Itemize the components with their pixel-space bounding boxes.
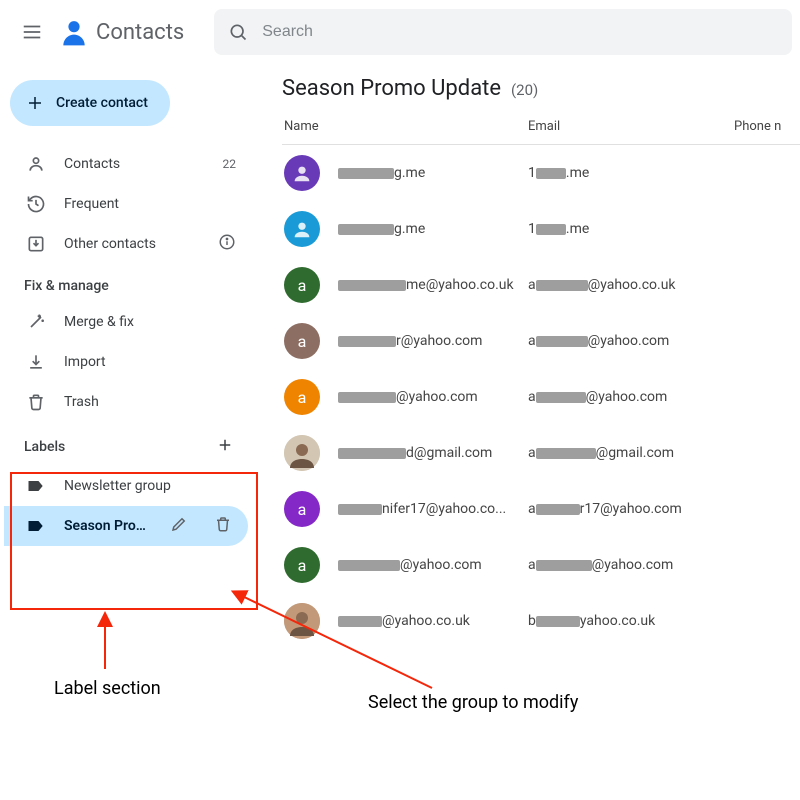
table-row[interactable]: @yahoo.co.ukbyahoo.co.uk (282, 593, 800, 649)
column-headers: Name Email Phone n (282, 101, 800, 145)
cell-name: ar@yahoo.com (282, 323, 528, 359)
person-icon (26, 154, 46, 174)
contacts-logo-icon (58, 16, 90, 48)
fix-manage-title: Fix & manage (4, 264, 248, 302)
cell-name: g.me (282, 155, 528, 191)
avatar: a (284, 491, 320, 527)
avatar: a (284, 547, 320, 583)
table-row[interactable]: g.me1.me (282, 201, 800, 257)
app-title: Contacts (96, 20, 184, 45)
pencil-icon (170, 515, 188, 533)
nav-frequent[interactable]: Frequent (4, 184, 248, 224)
nav-merge-label: Merge & fix (64, 314, 134, 330)
table-row[interactable]: anifer17@yahoo.co...ar17@yahoo.com (282, 481, 800, 537)
col-email: Email (528, 119, 734, 134)
avatar: a (284, 267, 320, 303)
edit-label-button[interactable] (166, 511, 192, 541)
create-contact-label: Create contact (56, 95, 148, 111)
add-label-button[interactable] (216, 436, 234, 458)
col-phone: Phone n (734, 119, 800, 134)
label-icon (26, 516, 46, 536)
cell-email: a@yahoo.com (528, 333, 734, 349)
table-row[interactable]: d@gmail.coma@gmail.com (282, 425, 800, 481)
nav-trash-label: Trash (64, 394, 99, 410)
nav-other-label: Other contacts (64, 236, 156, 252)
annotation-text-labels: Label section (54, 678, 161, 699)
nav-import[interactable]: Import (4, 342, 248, 382)
table-row[interactable]: a@yahoo.coma@yahoo.com (282, 537, 800, 593)
cell-name: g.me (282, 211, 528, 247)
delete-label-button[interactable] (210, 511, 236, 541)
cell-name: anifer17@yahoo.co... (282, 491, 528, 527)
search-icon (228, 22, 248, 42)
app-logo[interactable]: Contacts (58, 16, 184, 48)
plus-icon (26, 94, 44, 112)
cell-email: a@yahoo.com (528, 389, 734, 405)
create-contact-button[interactable]: Create contact (10, 80, 170, 126)
cell-name: @yahoo.co.uk (282, 603, 528, 639)
cell-name: a@yahoo.com (282, 379, 528, 415)
cell-email: ar17@yahoo.com (528, 501, 734, 517)
history-icon (26, 194, 46, 214)
wand-icon (26, 312, 46, 332)
label-text: Season Promo Update (64, 518, 148, 534)
nav-import-label: Import (64, 354, 106, 370)
avatar (284, 211, 320, 247)
avatar (284, 435, 320, 471)
cell-email: 1.me (528, 165, 734, 181)
download-icon (26, 352, 46, 372)
col-name: Name (282, 119, 528, 134)
nav-contacts[interactable]: Contacts 22 (4, 144, 248, 184)
cell-email: byahoo.co.uk (528, 613, 734, 629)
table-row[interactable]: ame@yahoo.co.uka@yahoo.co.uk (282, 257, 800, 313)
cell-email: a@yahoo.co.uk (528, 277, 734, 293)
nav-contacts-count: 22 (223, 157, 237, 171)
trash-icon (214, 515, 232, 533)
labels-title: Labels (24, 439, 65, 455)
search-bar[interactable] (214, 9, 792, 55)
main-content: Season Promo Update (20) Name Email Phon… (256, 64, 800, 649)
contacts-list: g.me1.meg.me1.meame@yahoo.co.uka@yahoo.c… (282, 145, 800, 649)
info-icon[interactable] (218, 233, 236, 255)
cell-email: a@gmail.com (528, 445, 734, 461)
table-row[interactable]: g.me1.me (282, 145, 800, 201)
cell-email: a@yahoo.com (528, 557, 734, 573)
list-count: (20) (511, 81, 538, 99)
main-menu-button[interactable] (8, 8, 56, 56)
nav-other-contacts[interactable]: Other contacts (4, 224, 248, 264)
nav-trash[interactable]: Trash (4, 382, 248, 422)
table-row[interactable]: a@yahoo.coma@yahoo.com (282, 369, 800, 425)
label-item-season-promo[interactable]: Season Promo Update (4, 506, 248, 546)
cell-name: a@yahoo.com (282, 547, 528, 583)
list-heading: Season Promo Update (20) (282, 76, 800, 101)
archive-icon (26, 234, 46, 254)
avatar (284, 155, 320, 191)
nav-merge-fix[interactable]: Merge & fix (4, 302, 248, 342)
label-icon (26, 476, 46, 496)
table-row[interactable]: ar@yahoo.coma@yahoo.com (282, 313, 800, 369)
plus-icon (216, 436, 234, 454)
avatar: a (284, 379, 320, 415)
label-item-newsletter[interactable]: Newsletter group (4, 466, 248, 506)
cell-email: 1.me (528, 221, 734, 237)
list-title: Season Promo Update (282, 76, 501, 101)
hamburger-icon (21, 21, 43, 43)
app-header: Contacts (0, 0, 800, 64)
trash-icon (26, 392, 46, 412)
annotation-text-select: Select the group to modify (368, 692, 578, 713)
nav-frequent-label: Frequent (64, 196, 119, 212)
avatar: a (284, 323, 320, 359)
cell-name: ame@yahoo.co.uk (282, 267, 528, 303)
labels-header: Labels (4, 422, 248, 466)
cell-name: d@gmail.com (282, 435, 528, 471)
avatar (284, 603, 320, 639)
sidebar: Create contact Contacts 22 Frequent Othe… (0, 64, 256, 649)
search-input[interactable] (262, 23, 778, 41)
label-text: Newsletter group (64, 478, 236, 494)
nav-contacts-label: Contacts (64, 156, 120, 172)
